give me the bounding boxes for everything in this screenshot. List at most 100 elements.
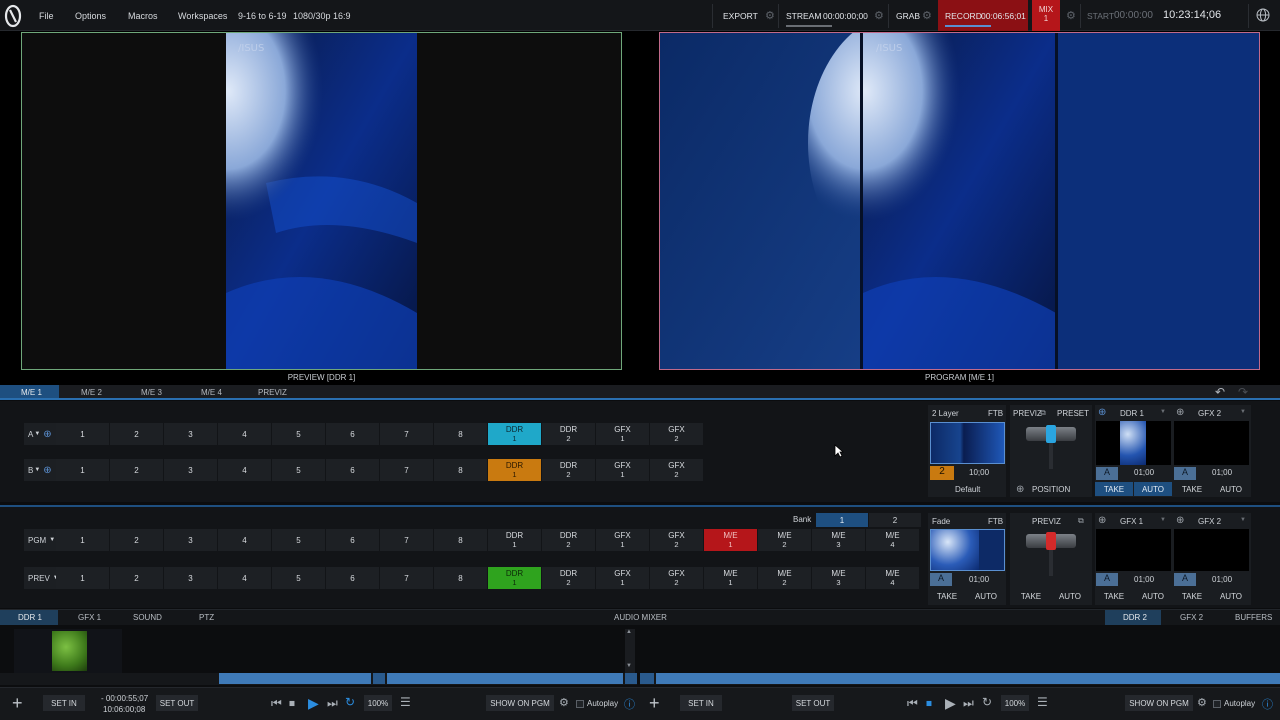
info-icon[interactable]: ⓘ — [624, 696, 635, 712]
tab-previz[interactable]: PREVIZ — [258, 388, 287, 397]
a-bus-input-7[interactable]: 7 — [380, 423, 434, 445]
preset-button[interactable]: PRESET — [1057, 409, 1089, 418]
b-bus-input-6[interactable]: 6 — [326, 459, 380, 481]
dsk2-source[interactable]: GFX 2 — [1198, 517, 1221, 526]
pgm-ddr2[interactable]: DDR 2 — [542, 529, 596, 551]
set-in-button[interactable]: SET IN — [43, 695, 85, 711]
layer-badge[interactable]: 2 — [930, 466, 954, 480]
bank-1-button[interactable]: 1 — [816, 513, 868, 527]
bank-2-button[interactable]: 2 — [869, 513, 921, 527]
tbar-slider[interactable] — [1026, 532, 1076, 550]
settings-gear-icon[interactable]: ⚙ — [559, 696, 569, 709]
loop-icon[interactable]: ↻ — [982, 695, 992, 709]
dsk2-auto-button[interactable]: AUTO — [1212, 589, 1250, 603]
chevron-down-icon[interactable]: ▼ — [1160, 517, 1166, 523]
transition-thumbnail[interactable] — [930, 529, 1005, 571]
prev-ddr1[interactable]: DDR 1 — [488, 567, 542, 589]
dsk2-a-icon[interactable]: A — [1174, 467, 1196, 480]
export-gear-icon[interactable]: ⚙ — [765, 9, 775, 22]
timeline-end[interactable] — [625, 673, 637, 684]
a-bus-ddr1[interactable]: DDR 1 — [488, 423, 542, 445]
ftb-button[interactable]: FTB — [988, 517, 1003, 526]
pgm-input-4[interactable]: 4 — [218, 529, 272, 551]
stream-button[interactable]: STREAM — [786, 11, 821, 21]
b-bus-input-4[interactable]: 4 — [218, 459, 272, 481]
position-icon[interactable]: ⊕ — [43, 465, 51, 476]
program-monitor[interactable]: /ISUS — [659, 32, 1260, 370]
grab-gear-icon[interactable]: ⚙ — [922, 9, 932, 22]
menu-macros[interactable]: Macros — [128, 11, 158, 21]
pgm-input-1[interactable]: 1 — [56, 529, 110, 551]
transition-duration[interactable]: 01;00 — [969, 575, 989, 584]
playlist-menu-icon[interactable]: ☰ — [400, 695, 411, 709]
dsk1-position-icon[interactable]: ⊕ — [1098, 515, 1106, 526]
timeline-handle[interactable] — [373, 673, 385, 684]
dsk2-take-button[interactable]: TAKE — [1173, 482, 1211, 496]
dsk2-source[interactable]: GFX 2 — [1198, 409, 1221, 418]
skip-back-icon[interactable]: ⏮ — [907, 696, 918, 711]
prev-input-6[interactable]: 6 — [326, 567, 380, 589]
app-logo[interactable] — [4, 4, 22, 28]
prev-input-8[interactable]: 8 — [434, 567, 488, 589]
a-bus-input-2[interactable]: 2 — [110, 423, 164, 445]
prev-input-3[interactable]: 3 — [164, 567, 218, 589]
stop-icon[interactable]: ⏹ — [926, 696, 932, 711]
b-bus-input-8[interactable]: 8 — [434, 459, 488, 481]
menu-options[interactable]: Options — [75, 11, 106, 21]
session-name[interactable]: 9-16 to 6-19 — [238, 11, 287, 21]
undo-icon[interactable]: ↶ — [1215, 385, 1225, 399]
pgm-input-7[interactable]: 7 — [380, 529, 434, 551]
tab-gfx2[interactable]: GFX 2 — [1180, 613, 1203, 622]
stop-icon[interactable]: ⏹ — [289, 696, 295, 711]
transition-type[interactable]: 2 Layer — [932, 409, 959, 418]
globe-icon[interactable] — [1256, 8, 1270, 24]
tab-sound[interactable]: SOUND — [133, 613, 162, 622]
dsk2-duration[interactable]: 01;00 — [1212, 468, 1232, 477]
pgm-me3[interactable]: M/E 3 — [812, 529, 866, 551]
tab-me4[interactable]: M/E 4 — [201, 388, 222, 397]
a-bus-input-4[interactable]: 4 — [218, 423, 272, 445]
prev-input-1[interactable]: 1 — [56, 567, 110, 589]
tab-ptz[interactable]: PTZ — [199, 613, 214, 622]
tab-me2[interactable]: M/E 2 — [81, 388, 102, 397]
record-gear-icon[interactable]: ⚙ — [1066, 9, 1076, 22]
prev-bus-label[interactable]: PREV▼ — [24, 567, 59, 589]
info-icon[interactable]: ⓘ — [1262, 696, 1273, 712]
b-bus-ddr2[interactable]: DDR 2 — [542, 459, 596, 481]
timeline-handle[interactable] — [640, 673, 654, 684]
scroll-down-icon[interactable]: ▼ — [626, 663, 632, 669]
add-icon[interactable]: + — [649, 693, 660, 714]
dsk1-thumbnail[interactable] — [1096, 529, 1171, 571]
a-bus-input-6[interactable]: 6 — [326, 423, 380, 445]
prev-me2[interactable]: M/E 2 — [758, 567, 812, 589]
dsk1-auto-button[interactable]: AUTO — [1134, 482, 1172, 496]
play-icon[interactable]: ▶ — [308, 695, 319, 712]
export-button[interactable]: EXPORT — [723, 11, 758, 21]
prev-ddr2[interactable]: DDR 2 — [542, 567, 596, 589]
previz-take-button[interactable]: TAKE — [1012, 589, 1050, 603]
show-on-pgm-button[interactable]: SHOW ON PGM — [1125, 695, 1193, 711]
playlist-item-thumbnail[interactable] — [14, 629, 122, 673]
main-take-button[interactable]: TAKE — [928, 589, 966, 603]
tab-gfx1[interactable]: GFX 1 — [78, 613, 101, 622]
pgm-gfx2[interactable]: GFX 2 — [650, 529, 704, 551]
dsk1-take-button[interactable]: TAKE — [1095, 482, 1133, 496]
tbar-handle[interactable] — [1046, 532, 1056, 550]
prev-gfx2[interactable]: GFX 2 — [650, 567, 704, 589]
main-auto-button[interactable]: AUTO — [967, 589, 1005, 603]
dsk1-take-button[interactable]: TAKE — [1095, 589, 1133, 603]
add-icon[interactable]: + — [12, 693, 23, 714]
preview-monitor[interactable]: /ISUS — [21, 32, 622, 370]
pgm-bus-label[interactable]: PGM ▼ — [24, 529, 58, 551]
set-out-button[interactable]: SET OUT — [156, 695, 198, 711]
a-bus-input-1[interactable]: 1 — [56, 423, 110, 445]
dsk1-source[interactable]: GFX 1 — [1120, 517, 1143, 526]
a-bus-input-5[interactable]: 5 — [272, 423, 326, 445]
position-icon[interactable]: ⊕ — [43, 429, 51, 440]
skip-back-icon[interactable]: ⏮ — [271, 696, 282, 711]
tab-audio-mixer[interactable]: AUDIO MIXER — [614, 613, 667, 622]
chevron-down-icon[interactable]: ▼ — [1240, 517, 1246, 523]
autoplay-checkbox[interactable] — [1213, 700, 1221, 708]
pgm-input-3[interactable]: 3 — [164, 529, 218, 551]
a-bus-gfx1[interactable]: GFX 1 — [596, 423, 650, 445]
